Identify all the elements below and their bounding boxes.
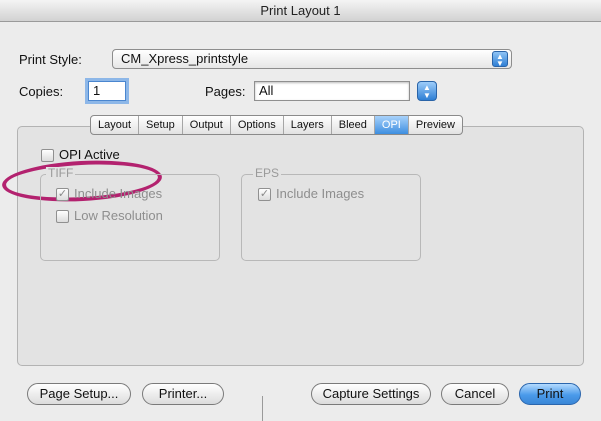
print-dialog: Print Style: CM_Xpress_printstyle ▲ ▼ Cop… bbox=[0, 22, 601, 421]
copies-field[interactable]: 1 bbox=[88, 81, 126, 101]
tab-preview[interactable]: Preview bbox=[409, 116, 462, 134]
tiff-low-resolution-label: Low Resolution bbox=[74, 208, 163, 223]
tab-layers[interactable]: Layers bbox=[284, 116, 332, 134]
tab-bleed[interactable]: Bleed bbox=[332, 116, 375, 134]
window-title: Print Layout 1 bbox=[0, 0, 601, 22]
button-divider bbox=[262, 396, 263, 421]
popup-arrows-icon: ▲ ▼ bbox=[492, 51, 508, 68]
tiff-include-images-label: Include Images bbox=[74, 186, 163, 201]
capture-settings-button[interactable]: Capture Settings bbox=[311, 383, 431, 405]
tab-layout[interactable]: Layout bbox=[91, 116, 140, 134]
cancel-button[interactable]: Cancel bbox=[441, 383, 509, 405]
page-setup-button[interactable]: Page Setup... bbox=[27, 383, 131, 405]
tab-output[interactable]: Output bbox=[183, 116, 231, 134]
pages-label: Pages: bbox=[205, 84, 246, 99]
tab-options[interactable]: Options bbox=[231, 116, 284, 134]
pages-popup-arrows-icon[interactable]: ▲ ▼ bbox=[417, 81, 437, 101]
copies-label: Copies: bbox=[19, 84, 64, 99]
printer-button[interactable]: Printer... bbox=[142, 383, 224, 405]
pages-field[interactable]: All bbox=[254, 81, 410, 101]
eps-group-title: EPS bbox=[253, 166, 282, 180]
tiff-group-title: TIFF bbox=[46, 166, 76, 180]
print-style-label: Print Style: bbox=[19, 52, 82, 67]
print-style-value: CM_Xpress_printstyle bbox=[121, 51, 249, 66]
print-button[interactable]: Print bbox=[519, 383, 581, 405]
tab-bar: Layout Setup Output Options Layers Bleed… bbox=[90, 115, 463, 135]
eps-include-images-checkbox[interactable]: ✓ bbox=[258, 188, 271, 201]
print-style-popup[interactable]: CM_Xpress_printstyle ▲ ▼ bbox=[112, 49, 512, 69]
eps-include-images-label: Include Images bbox=[276, 186, 365, 201]
opi-active-checkbox[interactable] bbox=[41, 149, 54, 162]
tab-setup[interactable]: Setup bbox=[139, 116, 183, 134]
tiff-include-images-checkbox[interactable]: ✓ bbox=[56, 188, 69, 201]
tab-opi[interactable]: OPI bbox=[374, 116, 409, 134]
tiff-low-resolution-checkbox[interactable] bbox=[56, 210, 69, 223]
